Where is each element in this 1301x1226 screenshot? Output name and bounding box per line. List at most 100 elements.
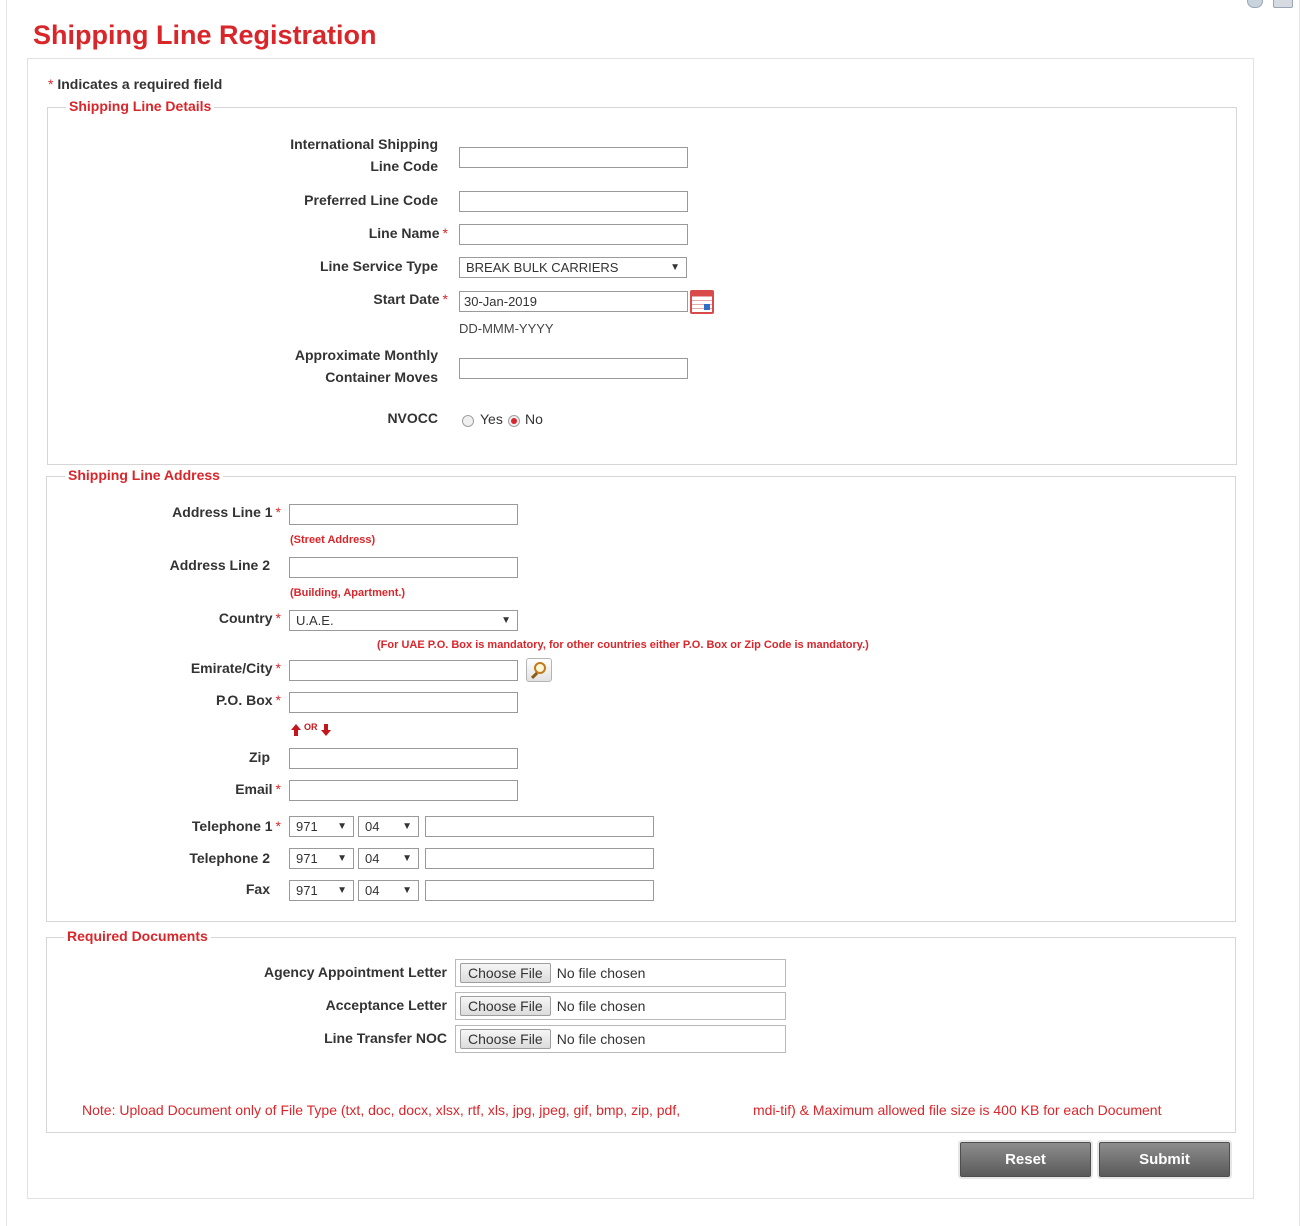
- telephone2-country-code: 971: [296, 851, 318, 866]
- country-po-box-note: (For UAE P.O. Box is mandatory, for othe…: [377, 639, 869, 651]
- chevron-down-icon: ▼: [402, 853, 412, 864]
- required-star: *: [275, 610, 281, 626]
- address-line1-input[interactable]: [289, 504, 518, 525]
- acceptance-letter-file-input[interactable]: Choose File No file chosen: [455, 992, 786, 1020]
- date-format-hint: DD-MMM-YYYY: [459, 321, 554, 336]
- required-star: *: [275, 692, 281, 708]
- emirate-city-label: Emirate/City *: [110, 657, 281, 679]
- country-value: U.A.E.: [296, 613, 334, 628]
- chevron-down-icon: ▼: [402, 885, 412, 896]
- monthly-moves-label: Approximate Monthly Container Moves: [240, 344, 438, 388]
- telephone2-country-code-select[interactable]: 971 ▼: [289, 848, 354, 869]
- telephone2-label: Telephone 2: [189, 850, 270, 866]
- telephone1-area-code-select[interactable]: 04 ▼: [358, 816, 419, 837]
- arrow-up-icon: [291, 724, 301, 736]
- emirate-city-input[interactable]: [289, 660, 518, 681]
- nvocc-yes-radio[interactable]: [462, 415, 474, 427]
- telephone1-label-text: Telephone 1: [191, 818, 273, 834]
- international-code-input[interactable]: [459, 147, 688, 168]
- address-line1-label-text: Address Line 1: [172, 504, 273, 520]
- fax-number-input[interactable]: [425, 880, 654, 901]
- line-name-label-text: Line Name: [368, 225, 440, 241]
- line-name-label: Line Name *: [240, 222, 448, 244]
- or-text: OR: [304, 722, 318, 732]
- international-code-label-line2: Line Code: [370, 158, 438, 174]
- monthly-moves-label-line1: Approximate Monthly: [294, 347, 438, 363]
- page-title: Shipping Line Registration: [33, 20, 377, 50]
- address-line2-input[interactable]: [289, 557, 518, 578]
- email-label-text: Email: [235, 781, 273, 797]
- required-note-text: Indicates a required field: [57, 76, 223, 92]
- agency-letter-choose-file-button[interactable]: Choose File: [460, 963, 551, 983]
- chevron-down-icon: ▼: [337, 885, 347, 896]
- email-label: Email *: [110, 778, 281, 800]
- required-star: *: [442, 291, 448, 307]
- acceptance-letter-file-status: No file chosen: [556, 998, 646, 1014]
- preferred-code-label: Preferred Line Code: [304, 192, 438, 208]
- transfer-noc-file-status: No file chosen: [556, 1031, 646, 1047]
- top-toolbar: [1247, 0, 1293, 8]
- required-star: *: [275, 818, 281, 834]
- service-type-select[interactable]: BREAK BULK CARRIERS ▼: [459, 257, 687, 278]
- international-code-label-line1: International Shipping: [290, 136, 438, 152]
- monthly-moves-input[interactable]: [459, 358, 688, 379]
- start-date-label: Start Date *: [240, 288, 448, 310]
- country-label: Country *: [110, 607, 281, 629]
- nvocc-yes-label: Yes: [480, 411, 503, 427]
- fax-area-code: 04: [365, 883, 380, 898]
- required-star: *: [442, 225, 448, 241]
- city-search-button[interactable]: [526, 658, 552, 682]
- monthly-moves-label-line2: Container Moves: [325, 369, 438, 385]
- acceptance-letter-label: Acceptance Letter: [325, 997, 447, 1013]
- calendar-icon[interactable]: [690, 290, 714, 314]
- preferred-code-input[interactable]: [459, 191, 688, 212]
- telephone1-country-code: 971: [296, 819, 318, 834]
- po-box-label: P.O. Box *: [110, 689, 281, 711]
- telephone2-area-code: 04: [365, 851, 380, 866]
- address-line1-hint: (Street Address): [290, 534, 376, 546]
- start-date-input[interactable]: [459, 291, 688, 312]
- email-input[interactable]: [289, 780, 518, 801]
- po-box-input[interactable]: [289, 692, 518, 713]
- chevron-down-icon: ▼: [402, 821, 412, 832]
- transfer-noc-choose-file-button[interactable]: Choose File: [460, 1029, 551, 1049]
- fax-area-code-select[interactable]: 04 ▼: [358, 880, 419, 901]
- country-label-text: Country: [218, 610, 273, 626]
- service-type-value: BREAK BULK CARRIERS: [466, 260, 619, 275]
- acceptance-letter-choose-file-button[interactable]: Choose File: [460, 996, 551, 1016]
- arrow-down-icon: [320, 724, 331, 736]
- required-star: *: [48, 76, 54, 92]
- fax-country-code-select[interactable]: 971 ▼: [289, 880, 354, 901]
- telephone2-number-input[interactable]: [425, 848, 654, 869]
- emirate-city-label-text: Emirate/City: [190, 660, 273, 676]
- chevron-down-icon: ▼: [501, 615, 511, 626]
- help-icon[interactable]: [1247, 0, 1263, 8]
- country-select[interactable]: U.A.E. ▼: [289, 610, 518, 631]
- telephone2-area-code-select[interactable]: 04 ▼: [358, 848, 419, 869]
- telephone1-country-code-select[interactable]: 971 ▼: [289, 816, 354, 837]
- transfer-noc-label: Line Transfer NOC: [324, 1030, 447, 1046]
- print-icon[interactable]: [1273, 0, 1293, 8]
- nvocc-no-label: No: [525, 411, 543, 427]
- required-star: *: [275, 660, 281, 676]
- fax-label: Fax: [245, 881, 270, 897]
- chevron-down-icon: ▼: [670, 262, 680, 273]
- start-date-label-text: Start Date: [373, 291, 440, 307]
- address-line2-hint: (Building, Apartment.): [290, 587, 406, 599]
- transfer-noc-file-input[interactable]: Choose File No file chosen: [455, 1025, 786, 1053]
- search-icon-handle: [530, 671, 539, 680]
- telephone1-number-input[interactable]: [425, 816, 654, 837]
- zip-input[interactable]: [289, 748, 518, 769]
- line-name-input[interactable]: [459, 224, 688, 245]
- reset-button[interactable]: Reset: [960, 1142, 1091, 1177]
- nvocc-no-radio[interactable]: [508, 415, 520, 427]
- shipping-line-address-legend: Shipping Line Address: [65, 467, 223, 483]
- telephone1-label: Telephone 1 *: [110, 815, 281, 837]
- agency-letter-label: Agency Appointment Letter: [263, 964, 447, 980]
- upload-note-part1: Note: Upload Document only of File Type …: [82, 1102, 681, 1118]
- agency-letter-file-input[interactable]: Choose File No file chosen: [455, 959, 786, 987]
- submit-button[interactable]: Submit: [1099, 1142, 1230, 1177]
- service-type-label: Line Service Type: [319, 258, 438, 274]
- shipping-line-details-legend: Shipping Line Details: [66, 98, 215, 114]
- required-star: *: [275, 781, 281, 797]
